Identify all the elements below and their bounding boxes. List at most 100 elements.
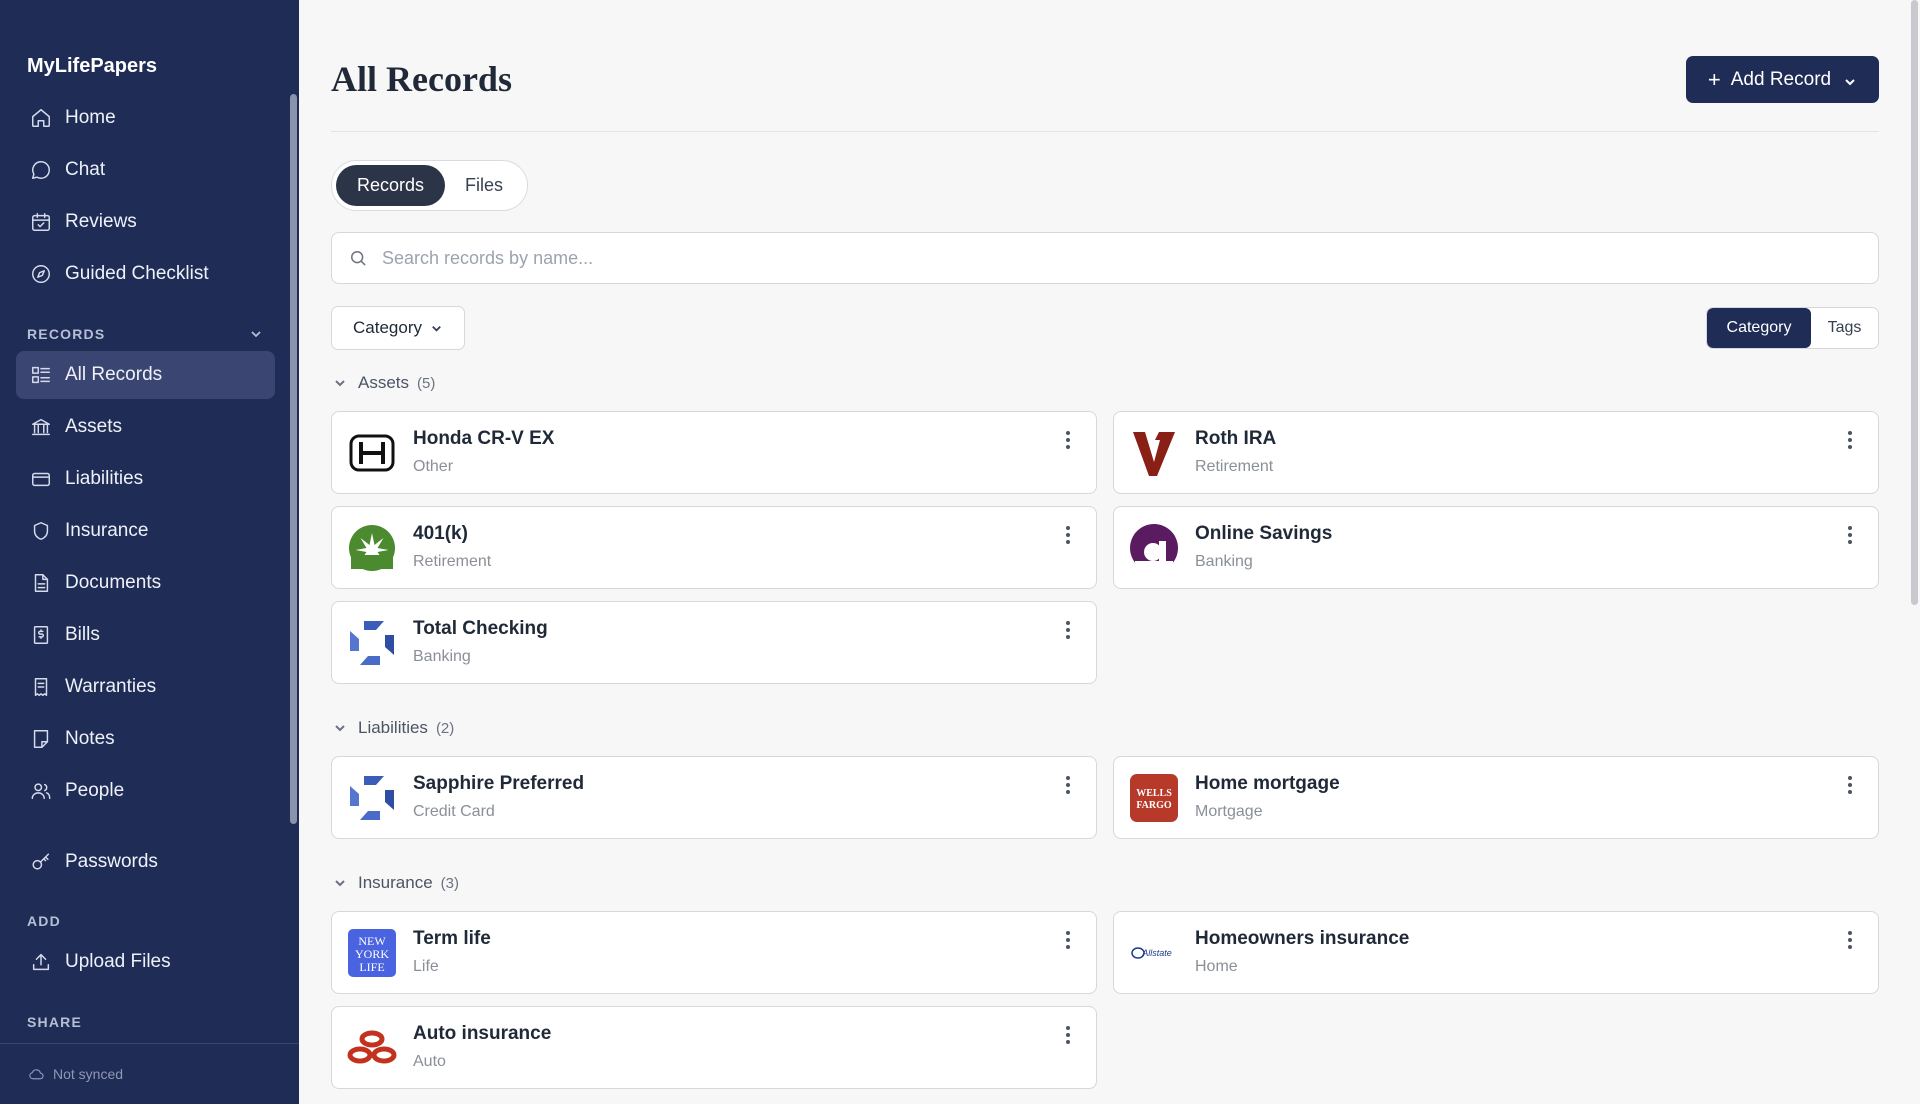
receipt-icon <box>29 675 53 699</box>
nav-warranties[interactable]: Warranties <box>16 663 275 711</box>
people-icon <box>29 779 53 803</box>
record-card[interactable]: Online Savings Banking <box>1113 506 1879 589</box>
nav-bills-label: Bills <box>65 624 100 645</box>
honda-logo <box>347 428 397 478</box>
more-options-icon[interactable] <box>1842 928 1858 952</box>
record-title: Homeowners insurance <box>1195 928 1410 949</box>
chevron-down-icon <box>335 380 345 387</box>
allstate-logo: Allstate <box>1129 928 1179 978</box>
record-title: 401(k) <box>413 523 468 544</box>
records-collapse-chevron-icon[interactable] <box>248 326 264 342</box>
nav-all-records-label: All Records <box>65 364 163 385</box>
record-card[interactable]: Allstate Homeowners insurance Home <box>1113 911 1879 994</box>
group-count: (5) <box>417 374 436 392</box>
nav-reviews[interactable]: Reviews <box>16 198 275 246</box>
records-section-label: RECORDS <box>27 326 106 342</box>
group-by-category[interactable]: Category <box>1707 308 1811 348</box>
group-header-assets[interactable]: Assets (5) <box>333 373 435 393</box>
ally-logo <box>1129 523 1179 573</box>
record-card[interactable]: NEW YORK LIFE Term life Life <box>331 911 1097 994</box>
svg-text:NEW: NEW <box>358 934 386 948</box>
group-name: Liabilities <box>358 718 428 737</box>
more-options-icon[interactable] <box>1842 428 1858 452</box>
category-filter-label: Category <box>353 318 422 337</box>
home-icon <box>29 106 53 130</box>
chat-icon <box>29 158 53 182</box>
nav-guided-checklist[interactable]: Guided Checklist <box>16 250 275 298</box>
records-files-switch: Records Files <box>331 160 528 211</box>
main-scrollbar[interactable] <box>1911 0 1918 605</box>
svg-text:YORK: YORK <box>355 947 389 961</box>
plus-icon: + <box>1707 66 1721 92</box>
sync-status: Not synced <box>0 1043 299 1104</box>
nav-people-label: People <box>65 780 125 801</box>
vanguard-logo <box>1129 428 1179 478</box>
svg-text:LIFE: LIFE <box>359 960 384 974</box>
chevron-down-icon <box>335 880 345 887</box>
note-icon <box>29 727 53 751</box>
record-subtitle: Other <box>413 458 454 475</box>
record-card[interactable]: Honda CR-V EX Other <box>331 411 1097 494</box>
nav-documents[interactable]: Documents <box>16 559 275 607</box>
record-title: Sapphire Preferred <box>413 773 585 794</box>
nav-passwords[interactable]: Passwords <box>16 838 275 886</box>
header-divider <box>331 131 1879 132</box>
record-title: Home mortgage <box>1195 773 1340 794</box>
add-record-label: Add Record <box>1730 68 1832 90</box>
more-options-icon[interactable] <box>1060 773 1076 797</box>
nav-notes-label: Notes <box>65 728 115 749</box>
group-by-tags[interactable]: Tags <box>1811 308 1878 348</box>
nav-chat[interactable]: Chat <box>16 146 275 194</box>
more-options-icon[interactable] <box>1060 523 1076 547</box>
wells-fargo-logo: WELLS FARGO <box>1129 773 1179 823</box>
tab-files[interactable]: Files <box>445 165 523 206</box>
record-subtitle: Banking <box>1195 553 1253 570</box>
nav-people[interactable]: People <box>16 767 275 815</box>
nav-notes[interactable]: Notes <box>16 715 275 763</box>
nav-insurance[interactable]: Insurance <box>16 507 275 555</box>
group-name: Assets <box>358 373 410 392</box>
more-options-icon[interactable] <box>1060 1023 1076 1047</box>
sidebar-scrollbar[interactable] <box>290 94 297 824</box>
nav-upload-files-label: Upload Files <box>65 951 171 972</box>
nav-liabilities[interactable]: Liabilities <box>16 455 275 503</box>
chevron-down-icon <box>432 325 441 332</box>
record-card[interactable]: 401(k) Retirement <box>331 506 1097 589</box>
upload-icon <box>29 950 53 974</box>
tab-records[interactable]: Records <box>336 165 445 206</box>
state-farm-logo <box>347 1023 397 1073</box>
group-header-insurance[interactable]: Insurance (3) <box>333 873 459 893</box>
record-title: Auto insurance <box>413 1023 552 1044</box>
search-bar <box>331 232 1879 284</box>
more-options-icon[interactable] <box>1060 618 1076 642</box>
more-options-icon[interactable] <box>1842 523 1858 547</box>
chevron-down-icon <box>335 725 345 732</box>
nav-assets[interactable]: Assets <box>16 403 275 451</box>
record-subtitle: Credit Card <box>413 803 495 820</box>
nav-all-records[interactable]: All Records <box>16 351 275 399</box>
bank-icon <box>29 415 53 439</box>
add-record-button[interactable]: + Add Record <box>1686 56 1879 103</box>
nav-bills[interactable]: Bills <box>16 611 275 659</box>
record-card[interactable]: Sapphire Preferred Credit Card <box>331 756 1097 839</box>
record-card[interactable]: Total Checking Banking <box>331 601 1097 684</box>
cloud-icon <box>29 1068 44 1079</box>
record-title: Total Checking <box>413 618 548 639</box>
more-options-icon[interactable] <box>1060 428 1076 452</box>
more-options-icon[interactable] <box>1842 773 1858 797</box>
compass-icon <box>29 262 53 286</box>
nav-home[interactable]: Home <box>16 94 275 142</box>
new-york-life-logo: NEW YORK LIFE <box>347 928 397 978</box>
search-input[interactable] <box>382 247 1782 269</box>
chase-logo <box>347 773 397 823</box>
group-header-liabilities[interactable]: Liabilities (2) <box>333 718 454 738</box>
category-filter-button[interactable]: Category <box>331 306 465 350</box>
more-options-icon[interactable] <box>1060 928 1076 952</box>
group-by-toggle: Category Tags <box>1706 307 1879 349</box>
record-card[interactable]: Roth IRA Retirement <box>1113 411 1879 494</box>
list-grid-icon <box>29 363 53 387</box>
record-card[interactable]: Auto insurance Auto <box>331 1006 1097 1089</box>
calendar-check-icon <box>29 210 53 234</box>
nav-upload-files[interactable]: Upload Files <box>16 938 275 986</box>
record-card[interactable]: WELLS FARGO Home mortgage Mortgage <box>1113 756 1879 839</box>
